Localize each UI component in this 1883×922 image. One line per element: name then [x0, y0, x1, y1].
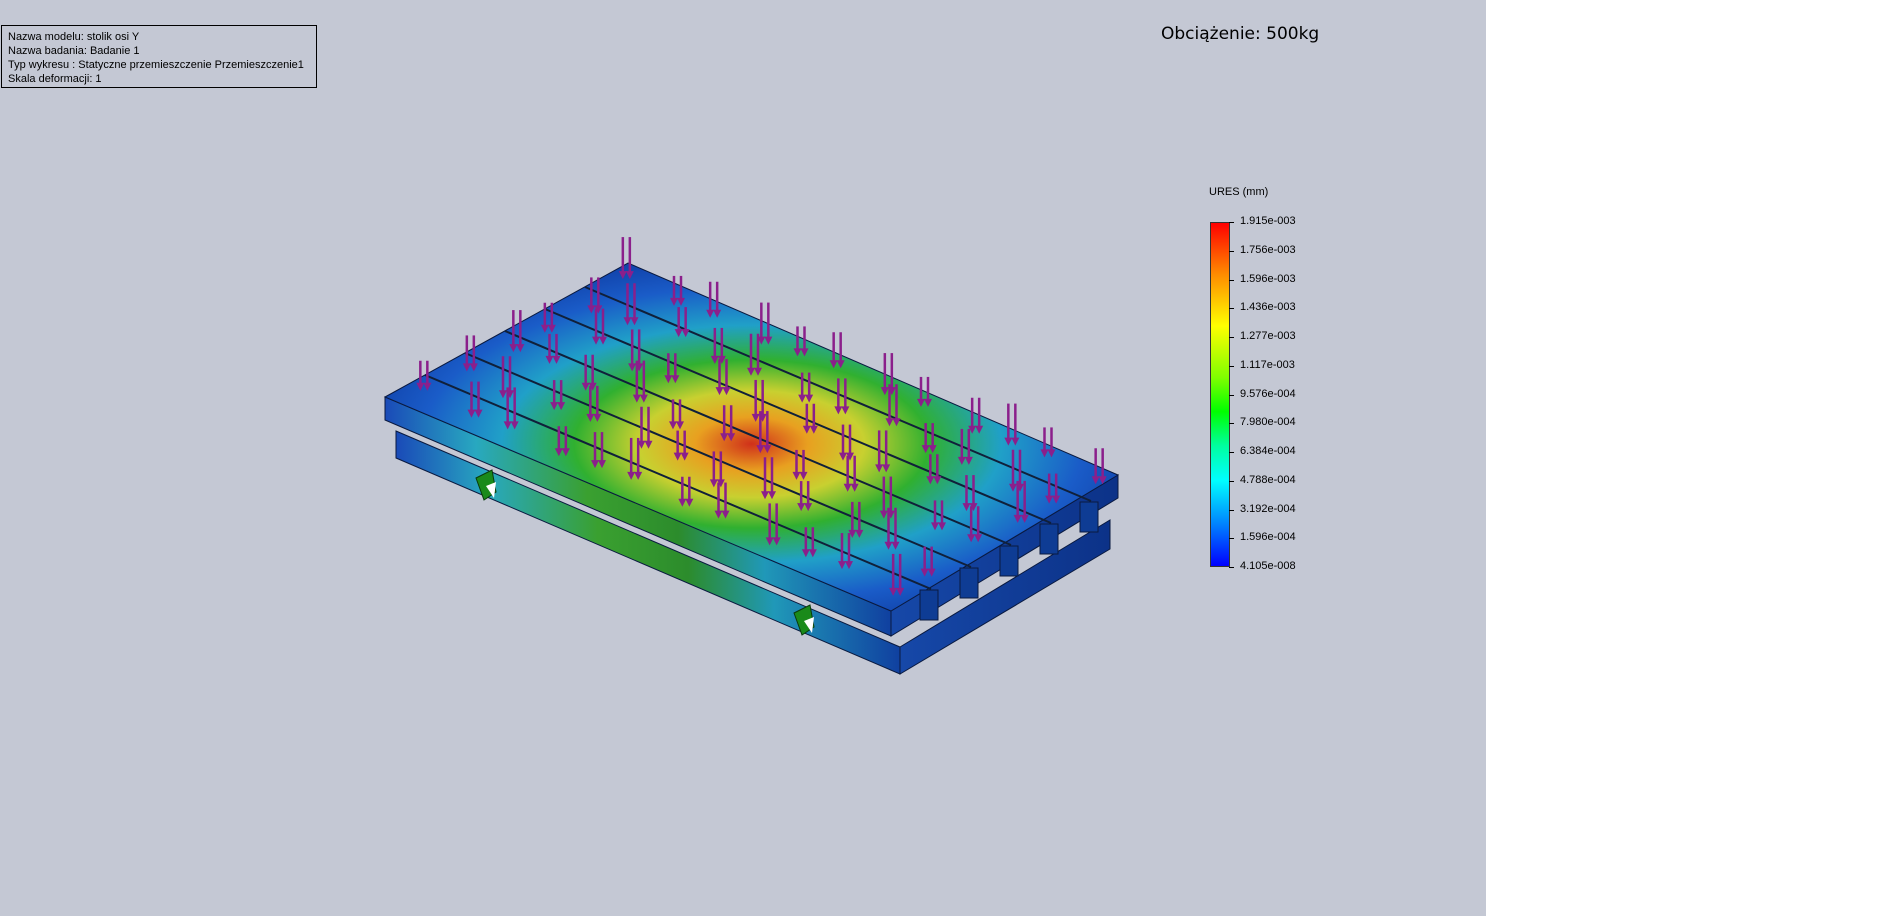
legend-tick [1229, 337, 1234, 338]
legend-value-label: 1.277e-003 [1240, 330, 1296, 342]
legend-value-label: 7.980e-004 [1240, 416, 1296, 429]
legend-tick [1229, 279, 1234, 281]
legend-value-label: 4.105e-008 [1240, 560, 1296, 572]
legend-value-label: 6.384e-004 [1240, 445, 1296, 457]
legend-color-bar [1210, 222, 1230, 567]
legend-title: URES (mm) [1209, 186, 1269, 198]
legend-value-label: 1.915e-003 [1240, 215, 1296, 227]
legend-value-label: 1.756e-003 [1240, 243, 1296, 256]
legend-value-label: 1.596e-003 [1240, 272, 1296, 285]
legend-value-label: 1.436e-003 [1240, 301, 1296, 314]
legend-value-label: 9.576e-004 [1240, 387, 1296, 400]
legend-value-label: 1.117e-003 [1240, 358, 1295, 371]
legend-tick [1229, 308, 1234, 310]
study-info-box: Nazwa modelu: stolik osi Y Nazwa badania… [1, 25, 317, 88]
plot-type-text: Typ wykresu : Statyczne przemieszczenie … [8, 59, 304, 71]
deformation-scale-text: Skala deformacji: 1 [8, 73, 102, 85]
load-title: Obciążenie: 500kg [1161, 24, 1320, 44]
model-name-text: Nazwa modelu: stolik osi Y [8, 31, 140, 43]
legend-tick [1229, 538, 1234, 540]
legend-tick [1229, 480, 1234, 482]
legend-value-label: 4.788e-004 [1240, 473, 1296, 486]
model-3d-view[interactable] [0, 0, 1486, 916]
legend-value-label: 3.192e-004 [1240, 502, 1296, 515]
legend-tick [1229, 365, 1234, 367]
legend-tick [1229, 250, 1234, 252]
legend-tick [1229, 423, 1234, 425]
legend-tick [1229, 567, 1234, 568]
legend-tick [1229, 394, 1234, 396]
legend-value-label: 1.596e-004 [1240, 531, 1296, 544]
study-name-text: Nazwa badania: Badanie 1 [8, 45, 140, 57]
legend-tick [1229, 222, 1234, 223]
legend-tick [1229, 509, 1234, 511]
graphics-viewport[interactable]: Nazwa modelu: stolik osi Y Nazwa badania… [0, 0, 1486, 916]
legend-tick [1229, 452, 1234, 453]
